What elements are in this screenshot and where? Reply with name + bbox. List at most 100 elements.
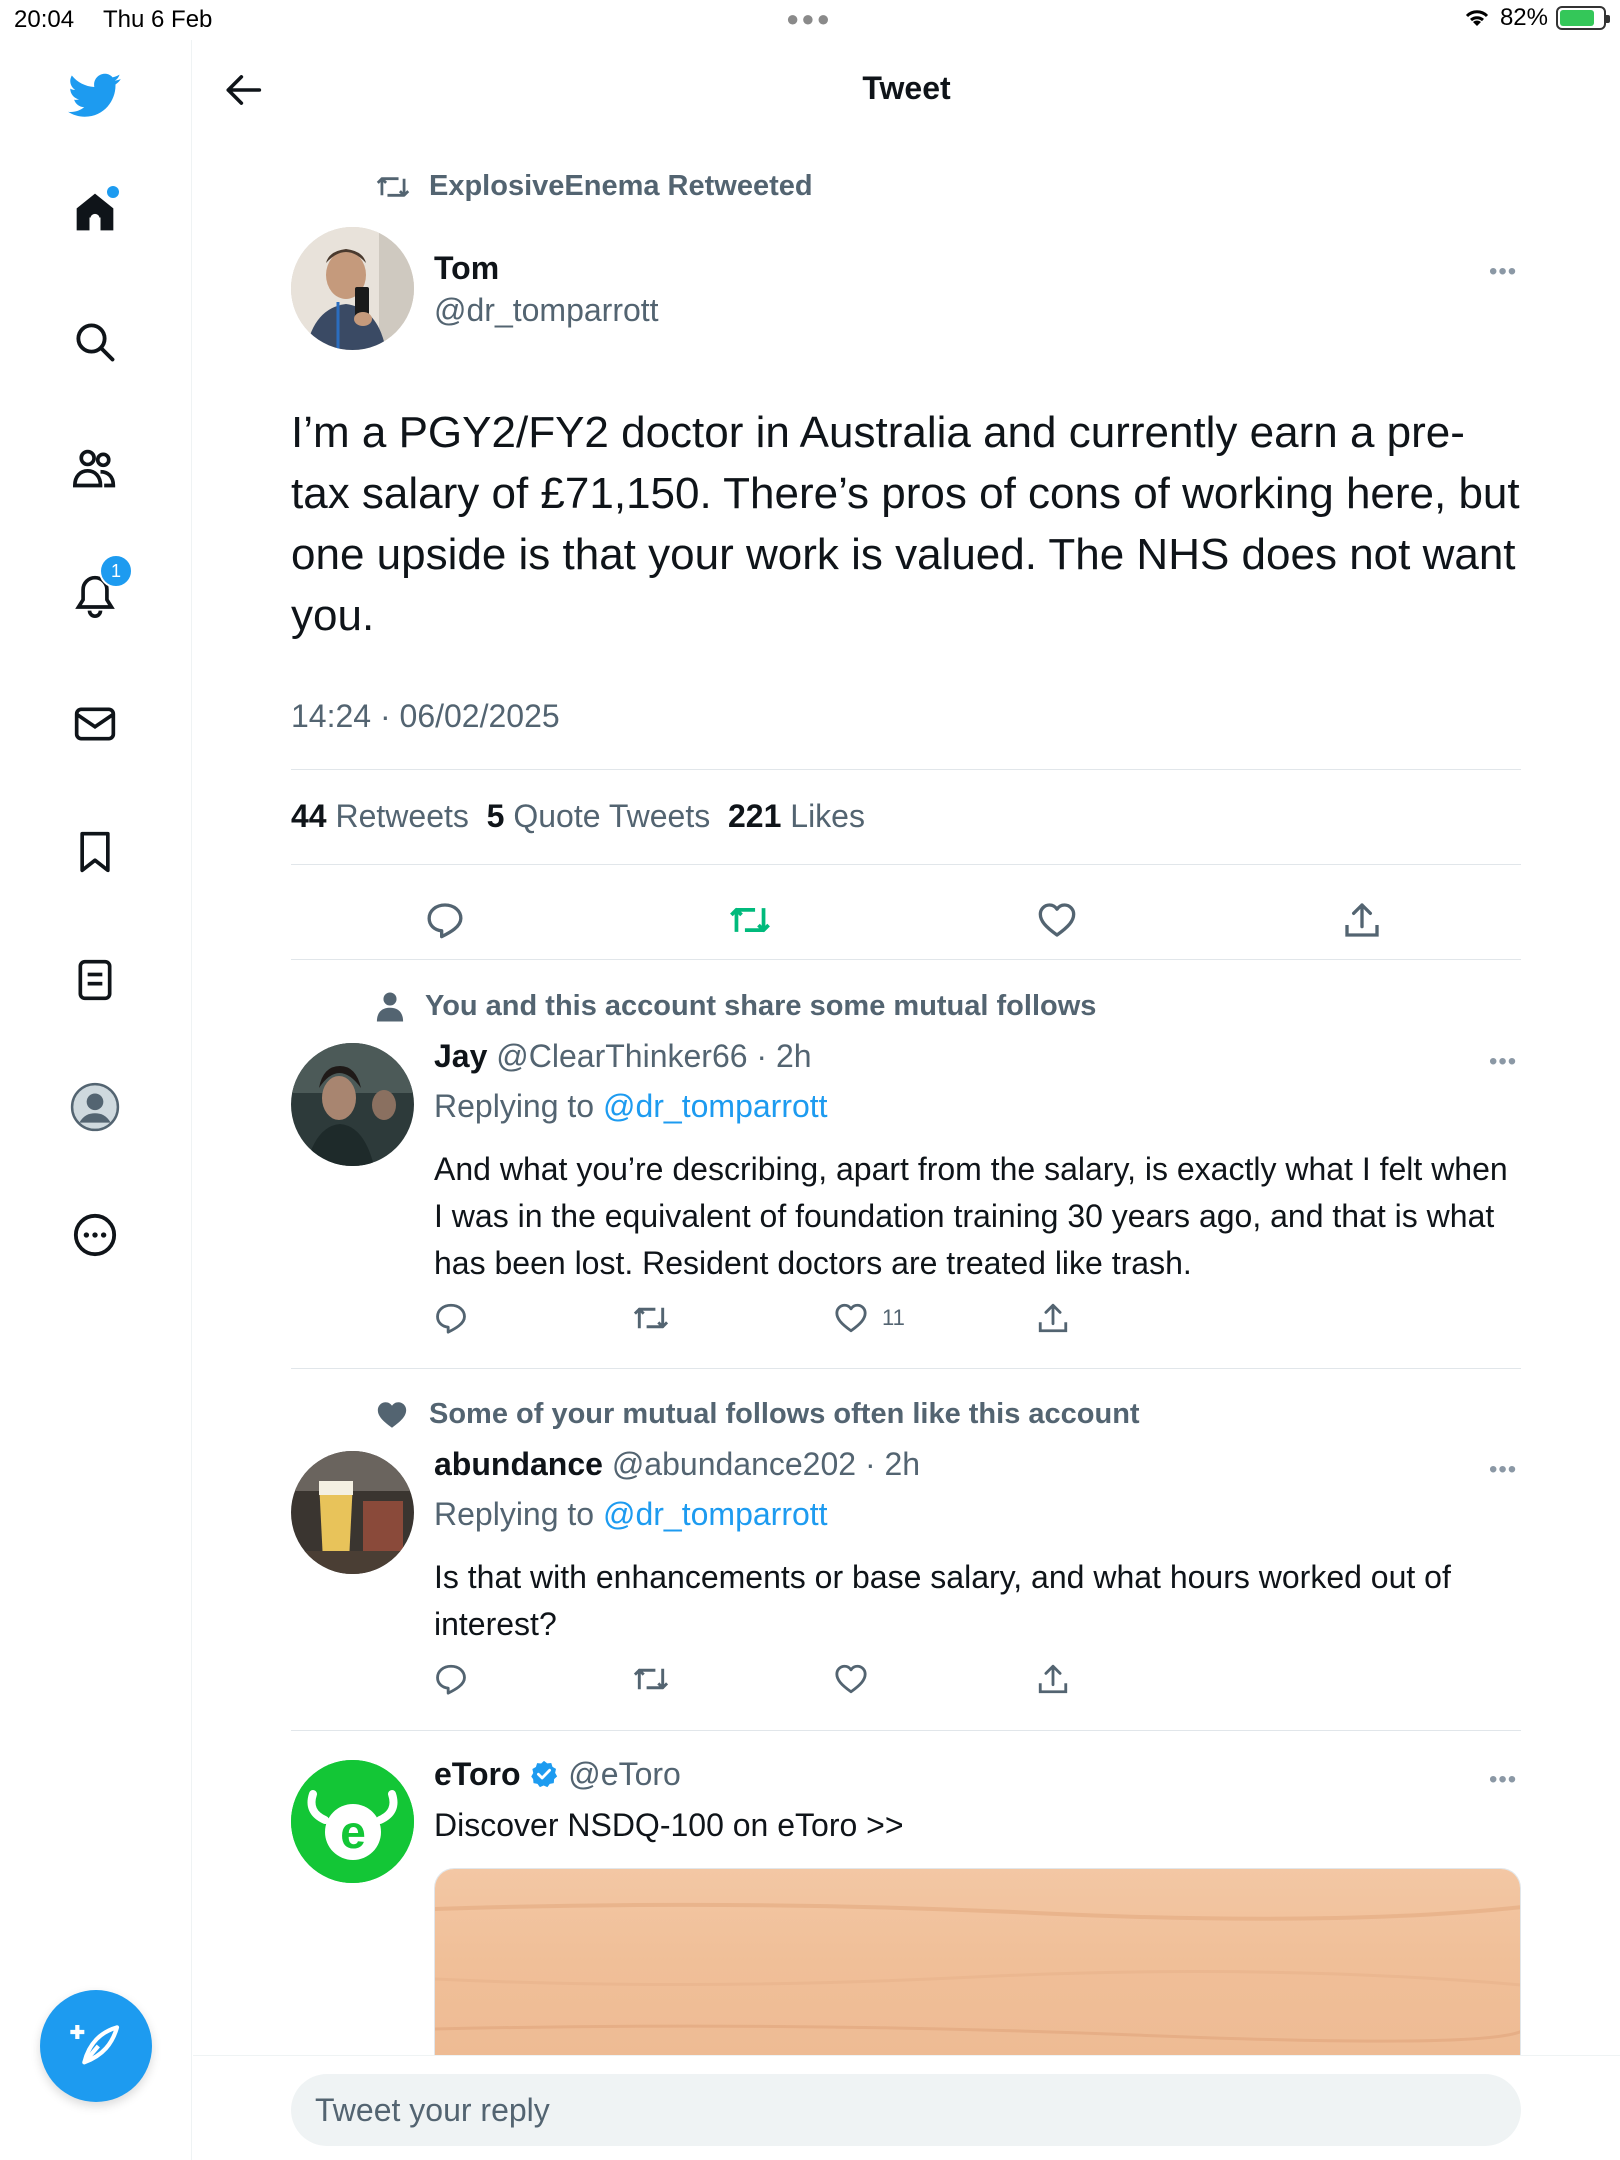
retweet-icon [376, 176, 410, 197]
verified-badge-icon [531, 1760, 558, 1788]
retweet-button[interactable] [632, 1293, 670, 1343]
reply-text: And what you’re describing, apart from t… [434, 1151, 1508, 1281]
reply-header: Jay @ClearThinker66 · 2h [434, 1038, 812, 1075]
page-header: Tweet [193, 40, 1620, 140]
social-context: Some of your mutual follows often like t… [375, 1398, 1140, 1431]
ad-author-handle[interactable]: @eToro [568, 1756, 681, 1792]
more-options-icon[interactable] [63, 1203, 127, 1267]
share-icon [1038, 1303, 1068, 1333]
share-button[interactable] [1036, 1293, 1070, 1343]
retweet-button[interactable] [720, 890, 780, 950]
retweeted-by[interactable]: ExplosiveEnema Retweeted [375, 170, 813, 203]
profile-avatar-icon[interactable] [63, 1075, 127, 1139]
page-title: Tweet [862, 70, 951, 106]
person-icon [376, 991, 404, 1022]
author-name[interactable]: Tom [434, 250, 499, 287]
ad-text: Discover NSDQ-100 on eToro >> [434, 1807, 904, 1843]
like-button[interactable] [834, 1654, 868, 1704]
quotes-label: Quote Tweets [513, 798, 711, 834]
etoro-logo-icon: e [291, 1760, 414, 1883]
notifications-bell-icon[interactable]: 1 [63, 554, 133, 628]
share-button[interactable] [1332, 890, 1392, 950]
ad-image[interactable] [434, 1868, 1521, 2056]
like-count: 11 [882, 1305, 905, 1330]
svg-text:e: e [340, 1806, 366, 1858]
tweet-timestamp[interactable]: 14:24 · 06/02/2025 [291, 698, 560, 735]
reply-actions: 11 [434, 1293, 1134, 1343]
retweet-icon [633, 1307, 669, 1329]
replying-prefix: Replying to [434, 1088, 595, 1124]
retweets-count: 44 [291, 798, 327, 834]
reply-icon [436, 1664, 466, 1695]
communities-icon[interactable] [63, 437, 127, 501]
reply-composer-bar [193, 2055, 1620, 2160]
twitter-logo-icon[interactable] [63, 64, 127, 128]
replying-to-link[interactable]: @dr_tomparrott [603, 1088, 828, 1124]
reply-button[interactable] [434, 1293, 468, 1343]
search-icon[interactable] [63, 310, 127, 374]
divider [291, 864, 1521, 865]
like-button[interactable] [1027, 890, 1087, 950]
likes-stat[interactable]: 221 Likes [728, 798, 865, 834]
status-right: 82% [1462, 4, 1610, 32]
reply-icon [427, 903, 463, 939]
reply-author-name[interactable]: Jay [434, 1038, 487, 1074]
retweet-button[interactable] [632, 1654, 670, 1704]
author-avatar[interactable] [291, 227, 414, 350]
tweet-text: I’m a PGY2/FY2 doctor in Australia and c… [291, 408, 1520, 640]
wifi-icon [1465, 10, 1489, 26]
sidebar: 1 [0, 40, 192, 2160]
reply-icon [436, 1303, 466, 1334]
status-bar: 20:04 Thu 6 Feb ●●● 82% [0, 0, 1620, 40]
ad-header: eToro @eToro [434, 1756, 681, 1793]
social-context-label: You and this account share some mutual f… [425, 990, 1097, 1022]
home-icon[interactable] [63, 180, 127, 244]
lists-icon[interactable] [63, 948, 127, 1012]
reply-button[interactable] [415, 890, 475, 950]
retweeted-by-label: ExplosiveEnema Retweeted [429, 170, 813, 202]
multitasking-dots-icon[interactable]: ●●● [786, 6, 832, 32]
reply-more-button[interactable]: ••• [1489, 1456, 1517, 1484]
reply-more-button[interactable]: ••• [1489, 1048, 1517, 1076]
reply-author-name[interactable]: abundance [434, 1446, 603, 1482]
likes-count: 221 [727, 798, 782, 834]
heart-filled-icon [377, 1401, 407, 1428]
replying-prefix: Replying to [434, 1496, 595, 1532]
replying-to-link[interactable]: @dr_tomparrott [603, 1496, 828, 1532]
compose-feather-icon [70, 2025, 120, 2065]
heart-icon [1038, 903, 1076, 937]
author-handle[interactable]: @dr_tomparrott [434, 292, 659, 329]
ad-avatar[interactable]: e [291, 1760, 414, 1883]
like-button[interactable]: 11 [834, 1293, 905, 1343]
reply-button[interactable] [434, 1654, 468, 1704]
home-unread-dot [107, 186, 119, 198]
reply-author-handle[interactable]: @abundance202 · 2h [612, 1446, 920, 1482]
tweet-stats: 44 Retweets 5 Quote Tweets 221 Likes [291, 798, 865, 835]
tweet-more-button[interactable]: ••• [1489, 258, 1517, 286]
share-button[interactable] [1036, 1654, 1070, 1704]
quotes-count: 5 [486, 798, 505, 834]
messages-icon[interactable] [63, 692, 127, 756]
divider [291, 1730, 1521, 1731]
bookmarks-icon[interactable] [63, 820, 127, 884]
replying-to: Replying to @dr_tomparrott [434, 1088, 828, 1125]
heart-icon [835, 1664, 867, 1694]
reply-avatar[interactable] [291, 1451, 414, 1574]
quotes-stat[interactable]: 5 Quote Tweets [487, 798, 711, 834]
reply-avatar[interactable] [291, 1043, 414, 1166]
tweet-actions [291, 880, 1521, 960]
reply-text: Is that with enhancements or base salary… [434, 1559, 1451, 1642]
heart-icon [835, 1303, 867, 1333]
notifications-badge: 1 [99, 554, 133, 588]
reply-input[interactable] [291, 2074, 1521, 2146]
compose-tweet-button[interactable] [40, 1990, 152, 2102]
reply-author-handle[interactable]: @ClearThinker66 · 2h [496, 1038, 811, 1074]
ad-more-button[interactable]: ••• [1489, 1766, 1517, 1794]
reply-actions [434, 1654, 1134, 1704]
status-date: Thu 6 Feb [103, 6, 213, 33]
battery-nub [1606, 15, 1610, 23]
status-time: 20:04 [14, 6, 75, 33]
retweets-stat[interactable]: 44 Retweets [291, 798, 469, 834]
ad-author-name[interactable]: eToro [434, 1756, 521, 1792]
replying-to: Replying to @dr_tomparrott [434, 1496, 828, 1533]
